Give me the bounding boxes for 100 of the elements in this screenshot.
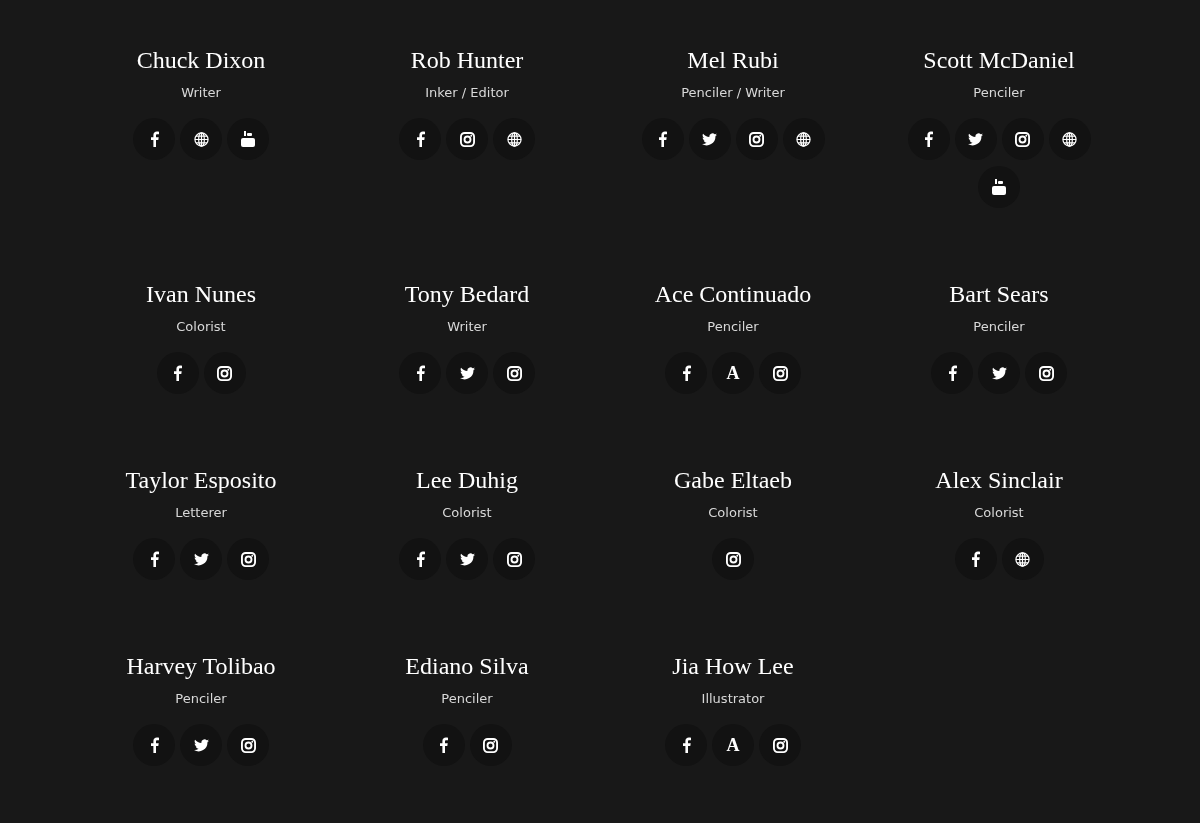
- social-link-button[interactable]: [782, 118, 825, 160]
- social-link-button[interactable]: [759, 724, 801, 766]
- social-link-button[interactable]: [446, 352, 488, 394]
- globe-icon: [1015, 551, 1030, 567]
- facebook-icon: [681, 365, 691, 381]
- instagram-icon: [217, 365, 232, 381]
- social-link-button[interactable]: [493, 352, 535, 394]
- instagram-icon: [240, 737, 256, 753]
- instagram-icon: [772, 365, 788, 381]
- person-role: Penciler / Writer: [681, 84, 785, 102]
- social-link-button[interactable]: [399, 118, 441, 160]
- social-link-button[interactable]: [446, 118, 488, 160]
- person-name: Tony Bedard: [404, 280, 530, 309]
- social-link-button[interactable]: [712, 538, 754, 580]
- instagram-icon: [506, 551, 522, 567]
- twitter-icon: [991, 366, 1007, 380]
- globe-icon: [506, 131, 522, 147]
- facebook-icon: [415, 131, 425, 147]
- person-name: Chuck Dixon: [136, 46, 266, 75]
- globe-icon: [796, 131, 811, 147]
- instagram-icon: [772, 737, 788, 753]
- instagram-icon: [725, 551, 741, 567]
- twitter-icon: [968, 132, 983, 146]
- twitter-icon: [193, 738, 209, 752]
- social-link-button[interactable]: [227, 118, 269, 160]
- person-name: Jia How Lee: [672, 652, 794, 681]
- social-link-button[interactable]: [1001, 538, 1044, 580]
- facebook-icon: [971, 551, 980, 567]
- person-name: Harvey Tolibao: [126, 652, 276, 681]
- social-link-button[interactable]: [180, 724, 222, 766]
- person-role: Penciler: [973, 318, 1025, 336]
- social-link-button[interactable]: [641, 118, 684, 160]
- social-link-button[interactable]: [493, 538, 535, 580]
- social-link-button[interactable]: [156, 352, 199, 394]
- facebook-icon: [149, 737, 159, 753]
- social-link-button[interactable]: [931, 352, 973, 394]
- person-role: Illustrator: [701, 690, 765, 708]
- person-role: Penciler: [441, 690, 493, 708]
- social-link-button[interactable]: [665, 724, 707, 766]
- social-link-button[interactable]: [133, 538, 175, 580]
- facebook-icon: [173, 365, 182, 381]
- facebook-icon: [924, 131, 933, 147]
- social-link-button[interactable]: [180, 538, 222, 580]
- social-link-button[interactable]: [399, 538, 441, 580]
- social-link-button[interactable]: [954, 118, 997, 160]
- social-link-button[interactable]: [978, 166, 1020, 208]
- person-role: Colorist: [442, 504, 492, 522]
- social-link-button[interactable]: A: [712, 724, 754, 766]
- social-link-button[interactable]: [180, 118, 222, 160]
- person-role: Colorist: [708, 504, 758, 522]
- facebook-icon: [439, 737, 448, 753]
- facebook-icon: [681, 737, 691, 753]
- person-name: Scott McDaniel: [923, 46, 1075, 75]
- facebook-icon: [658, 131, 667, 147]
- facebook-icon: [415, 365, 425, 381]
- social-link-button[interactable]: [422, 724, 465, 766]
- person-name: Ivan Nunes: [146, 280, 256, 309]
- person-name: Lee Duhig: [416, 466, 518, 495]
- person-name: Ace Continuado: [654, 280, 812, 309]
- social-link-button[interactable]: [133, 724, 175, 766]
- social-link-button[interactable]: [1025, 352, 1067, 394]
- person-role: Writer: [447, 318, 487, 336]
- person-name: Rob Hunter: [410, 46, 524, 75]
- facebook-icon: [149, 551, 159, 567]
- person-role: Inker / Editor: [425, 84, 509, 102]
- twitter-icon: [193, 552, 209, 566]
- instagram-icon: [1015, 131, 1030, 147]
- instagram-icon: [240, 551, 256, 567]
- person-role: Penciler: [707, 318, 759, 336]
- social-link-button[interactable]: [1048, 118, 1091, 160]
- person-role: Writer: [181, 84, 221, 102]
- person-role: Penciler: [175, 690, 227, 708]
- social-link-button[interactable]: A: [712, 352, 754, 394]
- social-link-button[interactable]: [978, 352, 1020, 394]
- social-link-button[interactable]: [954, 538, 997, 580]
- social-link-button[interactable]: [227, 724, 269, 766]
- facebook-icon: [947, 365, 957, 381]
- person-name: Mel Rubi: [687, 46, 779, 75]
- social-link-button[interactable]: [907, 118, 950, 160]
- person-role: Colorist: [974, 504, 1024, 522]
- social-link-button[interactable]: [665, 352, 707, 394]
- person-role: Letterer: [175, 504, 227, 522]
- social-link-button[interactable]: [1001, 118, 1044, 160]
- social-link-button[interactable]: [759, 352, 801, 394]
- person-name: Ediano Silva: [405, 652, 529, 681]
- instagram-icon: [506, 365, 522, 381]
- social-link-button[interactable]: [446, 538, 488, 580]
- social-link-button[interactable]: [493, 118, 535, 160]
- social-link-button[interactable]: [735, 118, 778, 160]
- person-name: Taylor Esposito: [125, 466, 277, 495]
- facebook-icon: [415, 551, 425, 567]
- social-link-button[interactable]: [469, 724, 512, 766]
- person-name: Bart Sears: [949, 280, 1049, 309]
- social-link-button[interactable]: [203, 352, 246, 394]
- facebook-icon: [149, 131, 159, 147]
- globe-icon: [193, 131, 209, 147]
- social-link-button[interactable]: [133, 118, 175, 160]
- social-link-button[interactable]: [688, 118, 731, 160]
- social-link-button[interactable]: [227, 538, 269, 580]
- social-link-button[interactable]: [399, 352, 441, 394]
